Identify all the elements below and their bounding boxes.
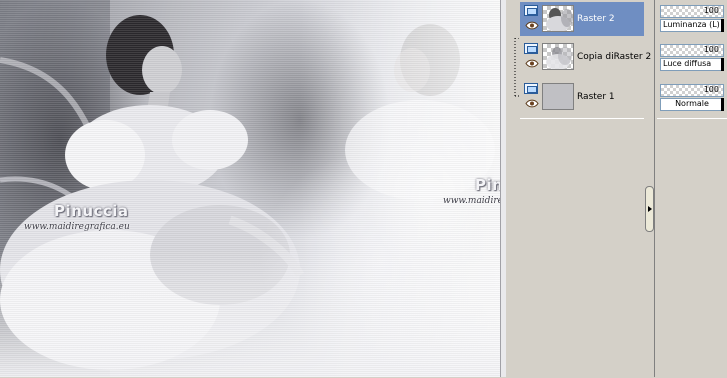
properties-empty-area: [657, 118, 727, 378]
eye-icon[interactable]: [525, 59, 539, 68]
chevron-right-icon: [647, 206, 652, 212]
dropdown-arrow-icon: [721, 98, 724, 111]
opacity-slider[interactable]: 100: [660, 5, 724, 18]
opacity-value: 100: [703, 6, 719, 15]
dropdown-arrow-icon: [721, 19, 724, 32]
watermark-url-right: www.maidiregrafica.eu: [443, 196, 500, 206]
opacity-value: 100: [703, 45, 719, 54]
image-canvas[interactable]: Pinuccia www.maidiregrafica.eu Pinuccia …: [0, 0, 500, 377]
opacity-slider[interactable]: 100: [660, 84, 724, 97]
layer-row-copia-di-raster-2[interactable]: Copia diRaster 2: [520, 40, 651, 74]
raster-layer-icon: [524, 83, 538, 94]
blend-mode-dropdown[interactable]: Luminanza (L): [660, 19, 724, 32]
layer-thumbnail: [542, 5, 574, 32]
collapse-panel-button[interactable]: [645, 186, 654, 232]
layer-row-raster-1[interactable]: Raster 1: [520, 80, 644, 114]
watermark-url-left: www.maidiregrafica.eu: [24, 222, 130, 232]
layer-thumbnail: [542, 43, 574, 70]
layers-empty-area: [520, 118, 644, 378]
watermark-title-right: Pinuccia: [475, 176, 500, 194]
layer-name: Copia diRaster 2: [577, 52, 652, 62]
opacity-value: 100: [703, 85, 719, 94]
layer-properties-row: 100 Normale: [657, 81, 727, 119]
blend-mode-label: Luminanza (L): [663, 20, 720, 29]
blend-mode-dropdown[interactable]: Normale: [660, 98, 724, 111]
layer-name: Raster 2: [577, 14, 615, 24]
layer-thumbnail: [542, 83, 574, 110]
opacity-slider[interactable]: 100: [660, 44, 724, 57]
layer-properties-row: 100 Luminanza (L): [657, 2, 727, 40]
layer-row-raster-2[interactable]: Raster 2: [520, 2, 644, 36]
raster-layer-icon: [524, 43, 538, 54]
blend-mode-label: Luce diffusa: [663, 59, 712, 68]
blend-mode-dropdown[interactable]: Luce diffusa: [660, 58, 724, 71]
layer-name: Raster 1: [577, 92, 615, 102]
eye-icon[interactable]: [525, 21, 539, 30]
eye-icon[interactable]: [525, 99, 539, 108]
watermark-title-left: Pinuccia: [54, 202, 129, 220]
raster-layer-icon: [524, 5, 538, 16]
canvas-artwork: [0, 0, 500, 377]
blend-mode-label: Normale: [675, 99, 709, 108]
layer-properties-panel: 100 Luminanza (L) 100 Luce diffusa 100 N…: [657, 0, 727, 377]
layer-properties-row: 100 Luce diffusa: [657, 41, 727, 79]
dropdown-arrow-icon: [721, 58, 724, 71]
